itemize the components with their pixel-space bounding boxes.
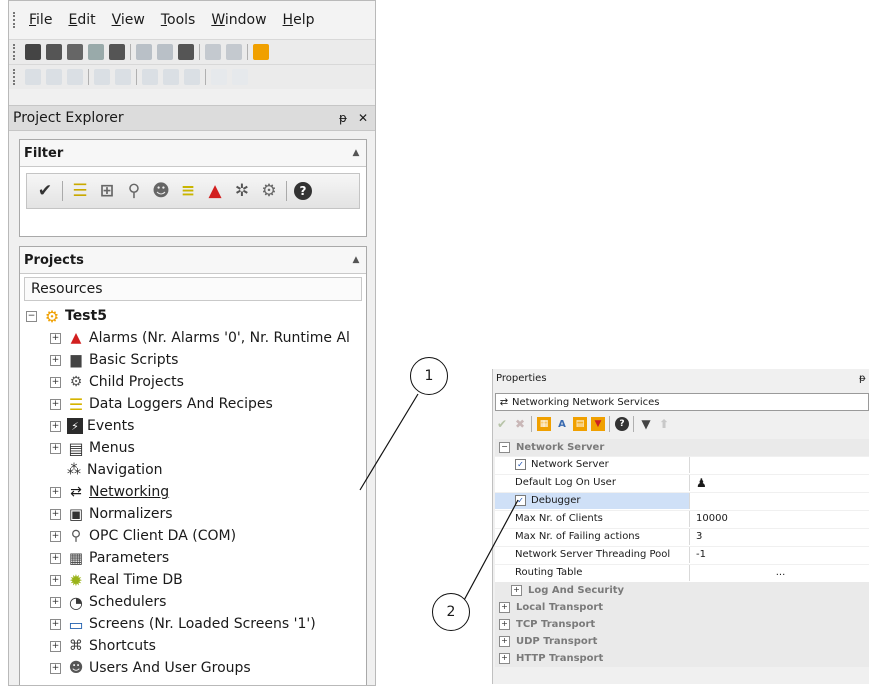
- callout-2: 2: [432, 593, 470, 631]
- callout-1: 1: [410, 357, 448, 395]
- callout-2-leader: [461, 499, 519, 605]
- callout-1-leader: [359, 393, 419, 491]
- callout-leader-lines: [359, 393, 519, 605]
